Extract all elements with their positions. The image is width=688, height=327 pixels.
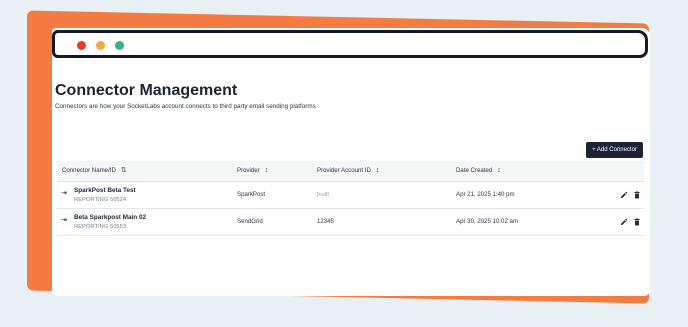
sort-icon[interactable]: ↕ [376,167,380,174]
connectors-table: Connector Name/ID ⇅ Provider ↕ Provider Ac… [57,161,644,236]
column-header-provider[interactable]: Provider ↕ [237,161,268,181]
date-created-cell: Apr 21, 2025 1:40 pm [456,191,515,198]
table-row[interactable]: ⇥ Beta Sparkpost Main 02 REPORTING 50553… [57,209,644,236]
connector-reporting-id: REPORTING 50553 [74,224,127,230]
table-header: Connector Name/ID ⇅ Provider ↕ Provider Ac… [57,161,644,182]
trash-icon[interactable] [633,191,641,199]
table-row[interactable]: ⇥ SparkPost Beta Test REPORTING 50524 Sp… [57,182,644,209]
connector-name: SparkPost Beta Test [74,187,136,194]
sort-icon[interactable]: ↕ [265,167,269,174]
account-id-cell: 12345 [317,218,334,225]
provider-cell: SparkPost [237,191,266,198]
window-minimize-dot [96,41,105,50]
arrow-right-to-bar-icon[interactable]: ⇥ [61,216,67,224]
arrow-right-to-bar-icon[interactable]: ⇥ [61,189,67,197]
pencil-icon[interactable] [620,218,628,226]
window-titlebar [52,30,648,58]
app-window: Connector Management Connectors are how … [52,28,650,296]
window-close-dot [77,41,86,50]
trash-icon[interactable] [633,218,641,226]
connector-reporting-id: REPORTING 50524 [74,197,127,203]
window-maximize-dot [115,41,124,50]
add-connector-button[interactable]: + Add Connector [586,142,643,158]
column-header-name[interactable]: Connector Name/ID ⇅ [62,161,127,181]
pencil-icon[interactable] [620,191,628,199]
date-created-cell: Apr 30, 2025 10:02 am [456,218,518,225]
account-id-cell: [null] [317,192,329,198]
page-title: Connector Management [55,82,238,99]
provider-cell: SendGrid [237,218,263,225]
sort-icon[interactable]: ⇅ [121,167,127,174]
column-header-date-created[interactable]: Date Created ↕ [456,161,501,181]
connector-name: Beta Sparkpost Main 02 [74,214,147,221]
column-header-account-id[interactable]: Provider Account ID ↕ [317,161,379,181]
sort-icon[interactable]: ↕ [497,167,501,174]
page-subtitle: Connectors are how your SocketLabs accou… [55,103,316,110]
